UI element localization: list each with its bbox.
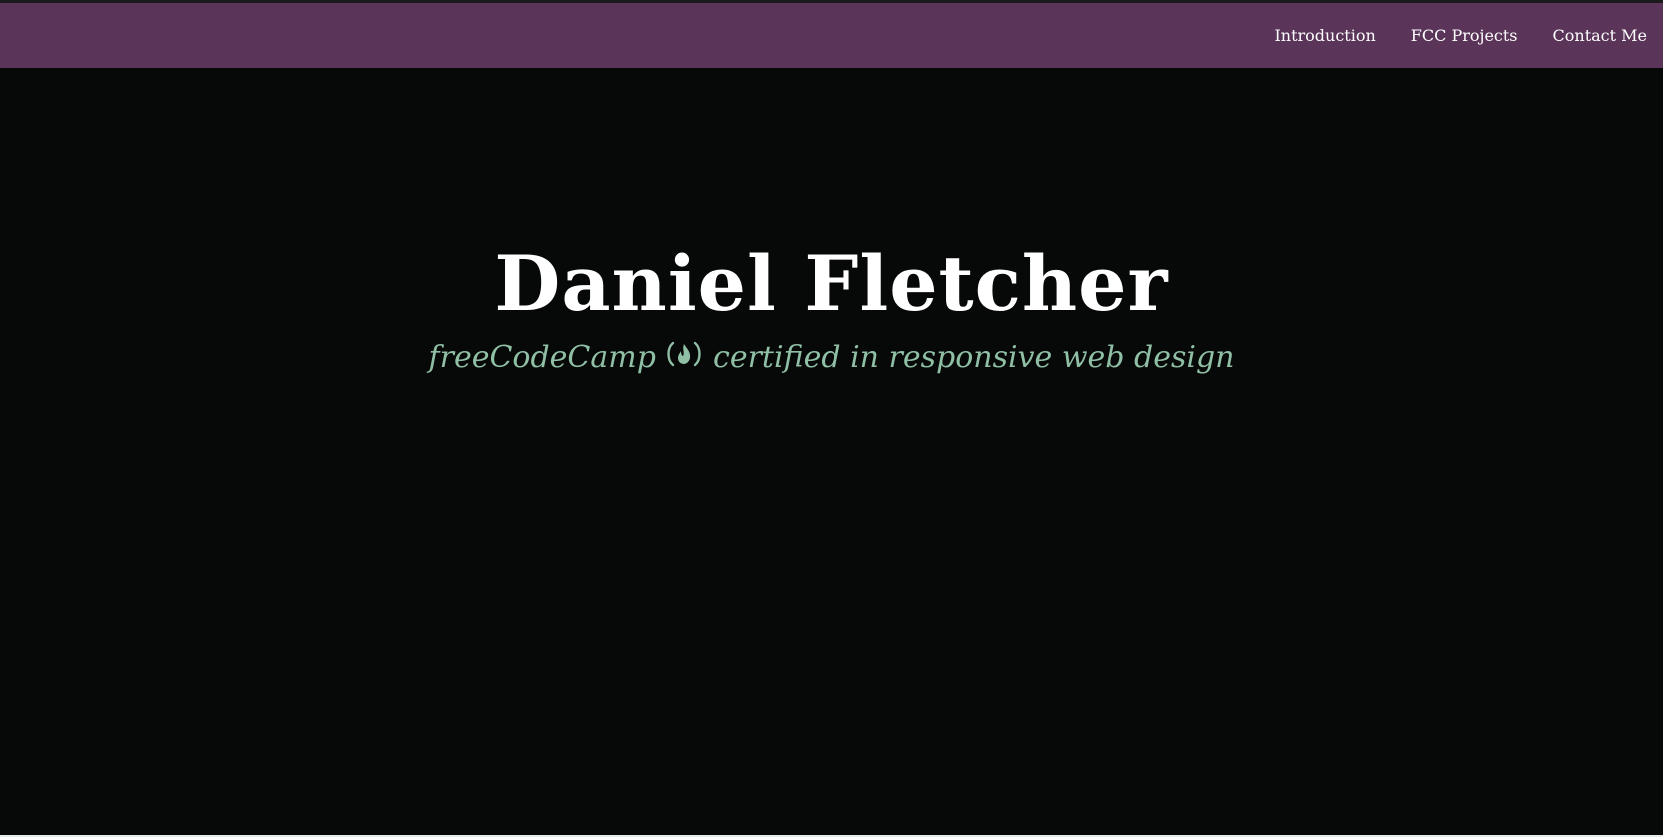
hero-title: Daniel Fletcher — [494, 239, 1169, 328]
nav-link-projects[interactable]: FCC Projects — [1411, 26, 1518, 45]
page: Introduction FCC Projects Contact Me Dan… — [0, 0, 1663, 837]
free-code-camp-icon — [665, 340, 703, 373]
subtitle-certification: certified in responsive web design — [713, 340, 1235, 375]
welcome-section: Daniel Fletcher freeCodeCamp certified i… — [0, 68, 1663, 835]
navbar: Introduction FCC Projects Contact Me — [0, 3, 1663, 68]
nav-link-introduction[interactable]: Introduction — [1274, 26, 1375, 45]
hero-subtitle: freeCodeCamp certified in responsive web… — [0, 340, 1663, 376]
nav-link-contact[interactable]: Contact Me — [1553, 26, 1647, 45]
subtitle-brand: freeCodeCamp — [428, 340, 656, 375]
